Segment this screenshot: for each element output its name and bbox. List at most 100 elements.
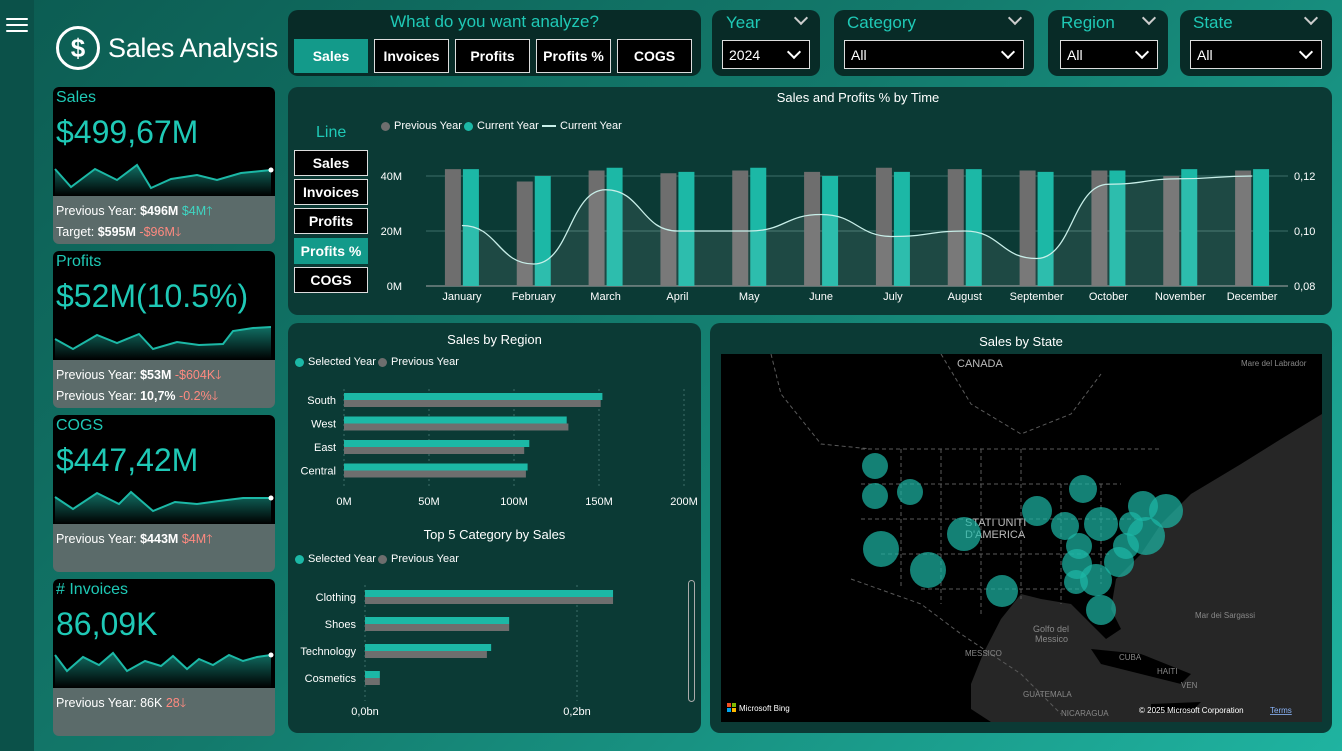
y-tick-label: 40M — [381, 171, 402, 183]
bar-selected-year — [344, 416, 567, 424]
slicer-title: Year — [726, 13, 761, 32]
bar-selected-year — [365, 617, 510, 624]
y-tick-label: Technology — [300, 646, 356, 658]
map-bubble — [862, 453, 888, 479]
chevron-down-icon — [1298, 44, 1314, 60]
y-tick-label: 20M — [381, 226, 402, 238]
bar-selected-year — [344, 440, 530, 447]
bar-selected-year — [365, 644, 492, 651]
x-tick-label: 50M — [418, 496, 439, 508]
analyze-profits-button[interactable]: Profits — [455, 39, 530, 73]
y-tick-label: Central — [301, 466, 336, 478]
map-bubble — [1086, 595, 1116, 625]
x-tick-label: April — [666, 291, 688, 303]
bar-selected-year — [344, 393, 603, 400]
scrollbar[interactable] — [688, 580, 695, 702]
dollar-icon: $ — [56, 26, 100, 70]
sparkline — [54, 326, 272, 360]
x-tick-label: August — [948, 291, 982, 303]
map-label: HAITI — [1157, 667, 1177, 676]
x-tick-label: 0,0bn — [351, 706, 379, 718]
chevron-down-icon[interactable] — [1007, 10, 1023, 26]
kpi-card-cogs: COGS $447,42M Previous Year: $443M $4M🡑 — [53, 415, 275, 572]
x-tick-label: January — [442, 291, 482, 303]
y-tick-label: Cosmetics — [305, 673, 357, 685]
y-tick-label: 0M — [387, 281, 402, 293]
analyze-cogs-button[interactable]: COGS — [617, 39, 692, 73]
kpi-value: 86,09K — [56, 606, 158, 642]
map-bubble — [863, 531, 899, 567]
map-label: MESSICO — [965, 649, 1002, 658]
slicer-title: State — [1193, 13, 1233, 32]
region-category-charts: 0M 50M 100M 150M 200M South West East Central 0,0… — [300, 389, 698, 718]
analyze-selector: What do you want analyze? Sales Invoices… — [288, 10, 701, 76]
nav-rail — [0, 0, 34, 751]
app-logo: $ Sales Analysis — [56, 26, 278, 70]
bar-previous-year — [365, 651, 487, 658]
bar-selected-year — [365, 590, 614, 597]
analyze-prompt: What do you want analyze? — [390, 12, 599, 31]
map-bubble — [862, 483, 888, 509]
analyze-profits-pct-button[interactable]: Profits % — [536, 39, 611, 73]
chevron-down-icon[interactable] — [793, 10, 809, 26]
region-category-panel: Sales by Region Selected Year Previous Y… — [288, 323, 701, 733]
map-bubble — [1064, 570, 1088, 594]
y-tick-label: Shoes — [325, 619, 357, 631]
us-map[interactable]: CANADA STATI UNITI D'AMERICA MESSICO Gol… — [721, 354, 1322, 722]
map-label: Golfo del — [1033, 624, 1069, 634]
map-label: NICARAGUA — [1061, 709, 1109, 718]
x-tick-label: 150M — [585, 496, 613, 508]
map-label: Mar dei Sargassi — [1195, 611, 1255, 620]
kpi-value: $447,42M — [56, 442, 199, 478]
analyze-invoices-button[interactable]: Invoices — [374, 39, 449, 73]
y2-tick-label: 0,12 — [1294, 171, 1315, 183]
y2-tick-label: 0,10 — [1294, 226, 1315, 238]
category-slicer: Category All — [834, 10, 1034, 76]
y-tick-label: Clothing — [316, 592, 356, 604]
bing-logo: Microsoft Bing — [739, 704, 790, 713]
map-terms-link: Terms — [1270, 706, 1292, 715]
bar-current-year — [1253, 169, 1270, 286]
analyze-sales-button[interactable]: Sales — [294, 39, 368, 73]
x-tick-label: 100M — [500, 496, 528, 508]
map-label: CUBA — [1119, 653, 1142, 662]
kpi-title: Sales — [56, 89, 97, 106]
map-bubble — [910, 552, 946, 588]
slicer-title: Category — [847, 13, 916, 32]
chevron-down-icon — [786, 44, 802, 60]
line-area — [461, 176, 1253, 286]
time-chart: 0M 20M 40M 0,08 0,10 0,12 January February March… — [381, 167, 1315, 303]
state-dropdown[interactable]: All — [1190, 40, 1322, 69]
map-label: Mare del Labrador — [1241, 359, 1307, 368]
bar-previous-year — [365, 678, 380, 685]
x-tick-label: May — [739, 291, 760, 303]
map-bubble — [1084, 507, 1118, 541]
x-tick-label: June — [809, 291, 833, 303]
map-label: CANADA — [957, 358, 1004, 370]
chart-title: Sales by State — [979, 334, 1063, 349]
bar-previous-year — [365, 624, 510, 631]
kpi-value: $499,67M — [56, 114, 199, 150]
kpi-title: COGS — [56, 417, 104, 434]
kpi-card-profits: Profits $52M(10.5%) Previous Year: $53M … — [53, 251, 275, 408]
year-dropdown[interactable]: 2024 — [722, 40, 810, 69]
map-bubble — [1069, 475, 1097, 503]
bar-previous-year — [344, 423, 569, 431]
chevron-down-icon[interactable] — [1141, 10, 1157, 26]
category-dropdown[interactable]: All — [844, 40, 1024, 69]
x-tick-label: 200M — [670, 496, 698, 508]
map-bubble — [986, 575, 1018, 607]
hamburger-menu-icon[interactable] — [6, 18, 28, 36]
y-tick-label: West — [311, 419, 336, 431]
bar-selected-year — [344, 463, 528, 471]
time-chart-panel: Sales and Profits % by Time Line Sales I… — [288, 87, 1332, 315]
x-tick-label: November — [1155, 291, 1206, 303]
bar-previous-year — [444, 169, 461, 286]
map-bubble — [1119, 512, 1143, 536]
map-bubble — [1149, 494, 1183, 528]
map-bubble — [1022, 496, 1052, 526]
chevron-down-icon[interactable] — [1303, 10, 1319, 26]
map-label: GUATEMALA — [1023, 690, 1072, 699]
sparkline — [54, 163, 274, 196]
region-dropdown[interactable]: All — [1060, 40, 1158, 69]
